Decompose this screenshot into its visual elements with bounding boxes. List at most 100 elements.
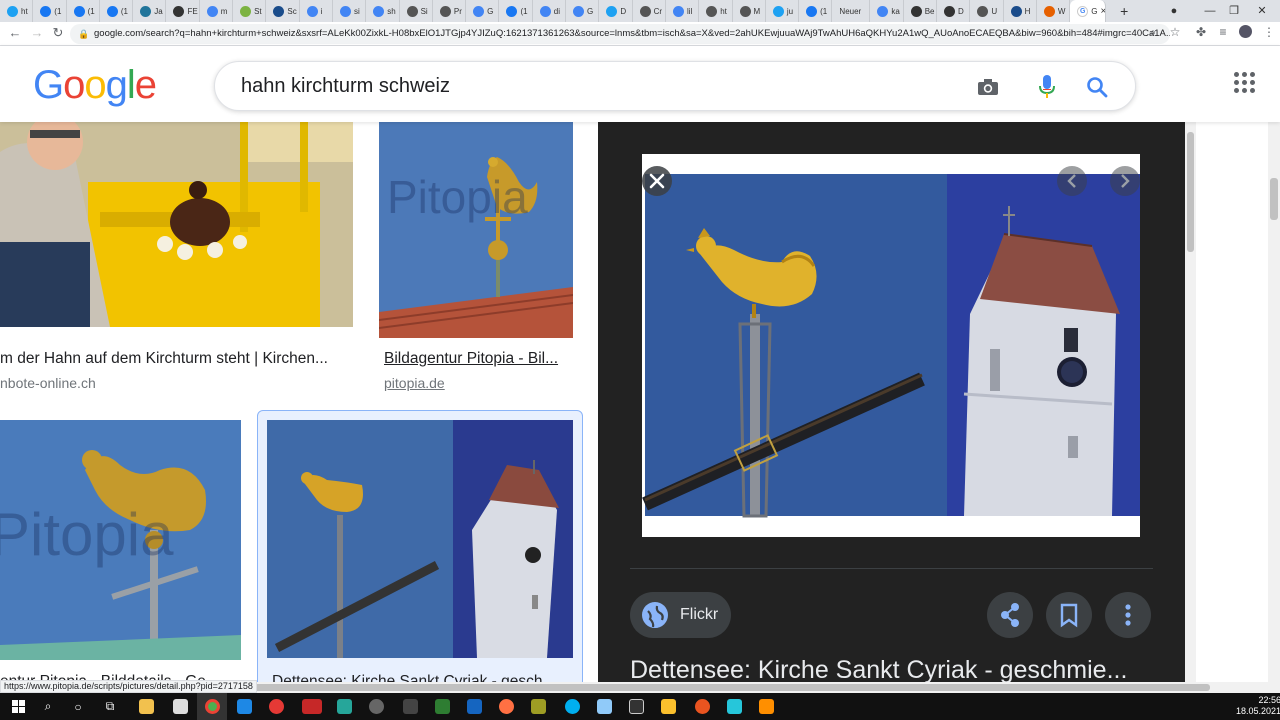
compass-app-icon[interactable]	[361, 693, 391, 720]
browser-tab[interactable]: Neuer	[832, 0, 871, 22]
page-scrollbar[interactable]	[1268, 122, 1280, 682]
save-button[interactable]	[1046, 592, 1092, 638]
previous-image-button[interactable]	[1057, 166, 1087, 196]
brush-app-icon[interactable]	[523, 693, 553, 720]
menu-icon[interactable]: ⋮	[1260, 25, 1278, 39]
browser-tab[interactable]: ka	[870, 0, 904, 22]
store-icon[interactable]	[165, 693, 195, 720]
browser-tab[interactable]: Pr	[433, 0, 467, 22]
new-tab-button[interactable]: +	[1114, 3, 1134, 19]
browser-tab[interactable]: m	[200, 0, 234, 22]
browser-tab[interactable]: Si	[400, 0, 433, 22]
browser-tab[interactable]: i	[300, 0, 333, 22]
browser-tab[interactable]: M	[733, 0, 766, 22]
preview-title[interactable]: Dettensee: Kirche Sankt Cyriak - geschmi…	[630, 656, 1160, 682]
cortana-icon[interactable]: ○	[63, 693, 93, 720]
browser-tab[interactable]: ju	[766, 0, 800, 22]
browser-tab[interactable]: (1	[799, 0, 833, 22]
browser-tab[interactable]: si	[333, 0, 367, 22]
outlook-icon[interactable]	[229, 693, 259, 720]
source-chip[interactable]: Flickr	[630, 592, 731, 638]
zoom-icon[interactable]: ⌕	[1144, 25, 1162, 40]
browser-tab[interactable]: sh	[366, 0, 400, 22]
page-scrollbar-thumb[interactable]	[1270, 178, 1278, 220]
pen-tool-icon[interactable]	[261, 693, 291, 720]
system-clock[interactable]: 22:56 18.05.2021	[1236, 695, 1280, 717]
browser-tab[interactable]: W	[1037, 0, 1071, 22]
result-thumbnail[interactable]: Pitopia	[0, 420, 241, 660]
microphone-icon[interactable]	[1037, 74, 1057, 100]
cube-app-icon[interactable]	[589, 693, 619, 720]
result-source[interactable]: pitopia.de	[384, 375, 574, 391]
browser-tab[interactable]: St	[233, 0, 267, 22]
close-tab-icon[interactable]: ×	[1100, 6, 1105, 17]
browser-tab[interactable]: Cr	[633, 0, 666, 22]
panel-scrollbar[interactable]	[1185, 122, 1196, 682]
preview-image[interactable]	[642, 154, 1140, 537]
browser-tab[interactable]: D	[599, 0, 633, 22]
browser-tab[interactable]: Be	[904, 0, 938, 22]
media-app-icon[interactable]	[621, 693, 651, 720]
firefox-icon[interactable]	[491, 693, 521, 720]
browser-tab[interactable]: D	[937, 0, 971, 22]
browser-tab[interactable]: di	[533, 0, 567, 22]
bookmark-star-icon[interactable]: ☆	[1166, 25, 1184, 39]
chat-app-icon[interactable]	[329, 693, 359, 720]
skype-icon[interactable]	[557, 693, 587, 720]
browser-tab[interactable]: G	[566, 0, 600, 22]
ubuntu-icon[interactable]	[687, 693, 717, 720]
browser-tab[interactable]: (1	[100, 0, 134, 22]
camera-icon[interactable]	[976, 75, 1000, 99]
google-logo[interactable]: Google	[33, 63, 157, 108]
extensions-icon[interactable]: ✤	[1192, 25, 1210, 39]
file-explorer-icon[interactable]	[131, 693, 161, 720]
browser-tab[interactable]: ht	[699, 0, 733, 22]
result-thumbnail[interactable]	[267, 420, 573, 658]
back-button[interactable]: ←	[6, 25, 24, 40]
green-app-icon[interactable]	[427, 693, 457, 720]
chrome-icon[interactable]	[197, 693, 227, 720]
result-source[interactable]: nbote-online.ch	[0, 375, 350, 391]
result-caption[interactable]: Bildagentur Pitopia - Bil...	[384, 350, 584, 368]
live-app-icon[interactable]	[395, 693, 425, 720]
search-icon[interactable]: ⌕	[33, 693, 63, 720]
browser-tab[interactable]: U	[970, 0, 1004, 22]
share-button[interactable]	[987, 592, 1033, 638]
reading-list-icon[interactable]: ≡	[1214, 25, 1232, 39]
apps-grid-icon[interactable]	[1234, 72, 1256, 94]
office-app-icon[interactable]	[653, 693, 683, 720]
close-window-button[interactable]: ✕	[1243, 0, 1280, 22]
browser-tab[interactable]: G	[466, 0, 500, 22]
result-caption[interactable]: Dettensee: Kirche Sankt Cyriak - gesch..…	[272, 673, 562, 682]
browser-tab[interactable]: (1	[67, 0, 100, 22]
vlc-icon[interactable]	[751, 693, 781, 720]
task-view-icon[interactable]: ⧉	[95, 693, 125, 720]
news-app-icon[interactable]	[297, 693, 327, 720]
browser-tab[interactable]: lil	[666, 0, 700, 22]
reload-button[interactable]: ↻	[49, 25, 67, 41]
browser-tab[interactable]: FE	[166, 0, 200, 22]
browser-tab[interactable]: (1	[499, 0, 533, 22]
browser-tab[interactable]: ht	[0, 0, 34, 22]
search-icon[interactable]	[1086, 76, 1108, 98]
result-thumbnail[interactable]	[0, 122, 353, 327]
search-box[interactable]: hahn kirchturm schweiz	[214, 61, 1136, 111]
next-image-button[interactable]	[1110, 166, 1140, 196]
profile-menu-icon[interactable]: ●	[1155, 0, 1193, 22]
start-button[interactable]	[3, 693, 33, 720]
address-bar[interactable]: 🔒 google.com/search?q=hahn+kirchturm+sch…	[70, 24, 1170, 44]
panel-scrollbar-thumb[interactable]	[1187, 132, 1194, 252]
avatar[interactable]	[1236, 25, 1254, 41]
browser-tab[interactable]: Sc	[266, 0, 300, 22]
browser-tab[interactable]: H	[1004, 0, 1037, 22]
forward-button[interactable]: →	[28, 25, 46, 40]
browser-tab[interactable]: Ja	[133, 0, 167, 22]
result-caption[interactable]: m der Hahn auf dem Kirchturm steht | Kir…	[0, 350, 350, 368]
remote-app-icon[interactable]	[459, 693, 489, 720]
tab-active[interactable]: G G ×	[1070, 0, 1107, 22]
result-thumbnail[interactable]: Pitopia	[379, 122, 573, 338]
horizontal-scrollbar-thumb[interactable]	[240, 684, 1210, 691]
browser-tab[interactable]: (1	[33, 0, 67, 22]
teal-app-icon[interactable]	[719, 693, 749, 720]
more-options-button[interactable]	[1105, 592, 1151, 638]
